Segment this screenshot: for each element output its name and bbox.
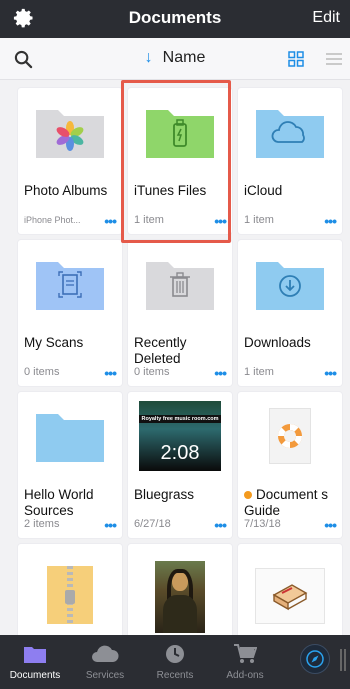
tab-label: Services (85, 670, 125, 681)
video-duration: 2:08 (160, 442, 200, 464)
package-icon (272, 584, 308, 611)
item-zip-archive[interactable] (18, 544, 122, 635)
item-subtitle: 1 item (244, 214, 274, 226)
video-banner: Royalty free music room.com (139, 415, 221, 423)
item-downloads[interactable]: Downloads 1 item ••• (238, 240, 342, 386)
item-documents-guide[interactable]: Document s Guide 7/13/18 ••• (238, 392, 342, 538)
download-folder-icon (256, 262, 324, 310)
item-recently-deleted[interactable]: Recently Deleted 0 items ••• (128, 240, 232, 386)
more-options-icon[interactable]: ••• (324, 518, 337, 532)
document-thumbnail (255, 568, 325, 624)
usb-folder-icon (146, 110, 214, 158)
item-mona-lisa-image[interactable] (128, 544, 232, 635)
tab-add-ons[interactable]: Add-ons (210, 641, 280, 681)
recents-clock-icon (166, 645, 184, 663)
item-icloud[interactable]: iCloud 1 item ••• (238, 88, 342, 234)
page-title: Documents (128, 8, 222, 27)
item-subtitle: 0 items (134, 366, 170, 378)
item-name: iCloud (244, 183, 283, 198)
more-options-icon[interactable]: ••• (104, 214, 117, 228)
item-name: Recently Deleted (134, 335, 187, 366)
item-itunes-files[interactable]: iTunes Files 1 item ••• (128, 88, 232, 234)
bottom-tab-bar: Documents Services Recents Add-ons (0, 635, 350, 689)
scan-folder-icon (36, 262, 104, 310)
item-name: My Scans (24, 335, 84, 350)
item-name: Document s Guide (244, 487, 340, 519)
lifebuoy-icon (277, 423, 303, 449)
more-options-icon[interactable]: ••• (104, 366, 117, 380)
item-subtitle: 2 items (24, 518, 60, 530)
list-view-icon[interactable] (326, 52, 342, 66)
video-thumbnail: Royalty free music room.com 2:08 (139, 401, 221, 471)
tab-documents[interactable]: Documents (0, 641, 70, 681)
item-subtitle: 1 item (134, 214, 164, 226)
mona-lisa-thumbnail (155, 561, 205, 633)
item-name: Photo Albums (24, 183, 108, 198)
documents-grid: Photo Albums iPhone Phot... ••• iTunes F… (0, 80, 350, 635)
item-subtitle: iPhone Phot... (24, 215, 81, 225)
tab-label: Add-ons (226, 670, 264, 681)
item-hello-world-sources[interactable]: Hello World Sources 2 items ••• (18, 392, 122, 538)
item-package-document[interactable] (238, 544, 342, 635)
trash-folder-icon (146, 262, 214, 310)
photos-folder-icon (36, 110, 104, 158)
item-name: Bluegrass (134, 487, 195, 502)
tab-label: Recents (156, 670, 194, 681)
more-options-icon[interactable]: ••• (214, 518, 227, 532)
item-subtitle: 1 item (244, 366, 274, 378)
more-options-icon[interactable]: ••• (104, 518, 117, 532)
folder-icon (36, 414, 104, 462)
more-options-icon[interactable]: ••• (324, 366, 337, 380)
item-photo-albums[interactable]: Photo Albums iPhone Phot... ••• (18, 88, 122, 234)
sort-label: Name (162, 49, 206, 66)
tab-label: Documents (9, 670, 61, 681)
item-name: Downloads (244, 335, 311, 350)
more-options-icon[interactable]: ••• (214, 214, 227, 228)
edit-button[interactable]: Edit (312, 9, 340, 27)
tab-recents[interactable]: Recents (140, 641, 210, 681)
item-subtitle: 7/13/18 (244, 518, 281, 530)
sort-arrow-icon: ↓ (144, 49, 153, 66)
item-subtitle: 0 items (24, 366, 60, 378)
item-name-text: Document s Guide (244, 487, 329, 518)
item-name: Hello World Sources (24, 487, 94, 518)
item-subtitle: 6/27/18 (134, 518, 171, 530)
zip-thumbnail (47, 566, 93, 624)
sort-bar: ↓ Name (0, 38, 350, 80)
browser-compass-icon[interactable] (300, 644, 330, 674)
cloud-folder-icon (256, 110, 324, 158)
item-bluegrass[interactable]: Royalty free music room.com 2:08 Bluegra… (128, 392, 232, 538)
documents-tab-icon (24, 647, 46, 663)
top-bar: Documents Edit (0, 0, 350, 38)
drag-handle[interactable] (340, 649, 346, 671)
tab-services[interactable]: Services (70, 641, 140, 681)
item-my-scans[interactable]: My Scans 0 items ••• (18, 240, 122, 386)
services-cloud-icon (92, 645, 119, 662)
item-name: iTunes Files (134, 183, 207, 198)
grid-view-icon[interactable] (288, 51, 304, 67)
add-ons-cart-icon (234, 644, 257, 663)
tag-dot-icon (244, 491, 252, 499)
document-thumbnail (269, 408, 311, 464)
more-options-icon[interactable]: ••• (324, 214, 337, 228)
more-options-icon[interactable]: ••• (214, 366, 227, 380)
